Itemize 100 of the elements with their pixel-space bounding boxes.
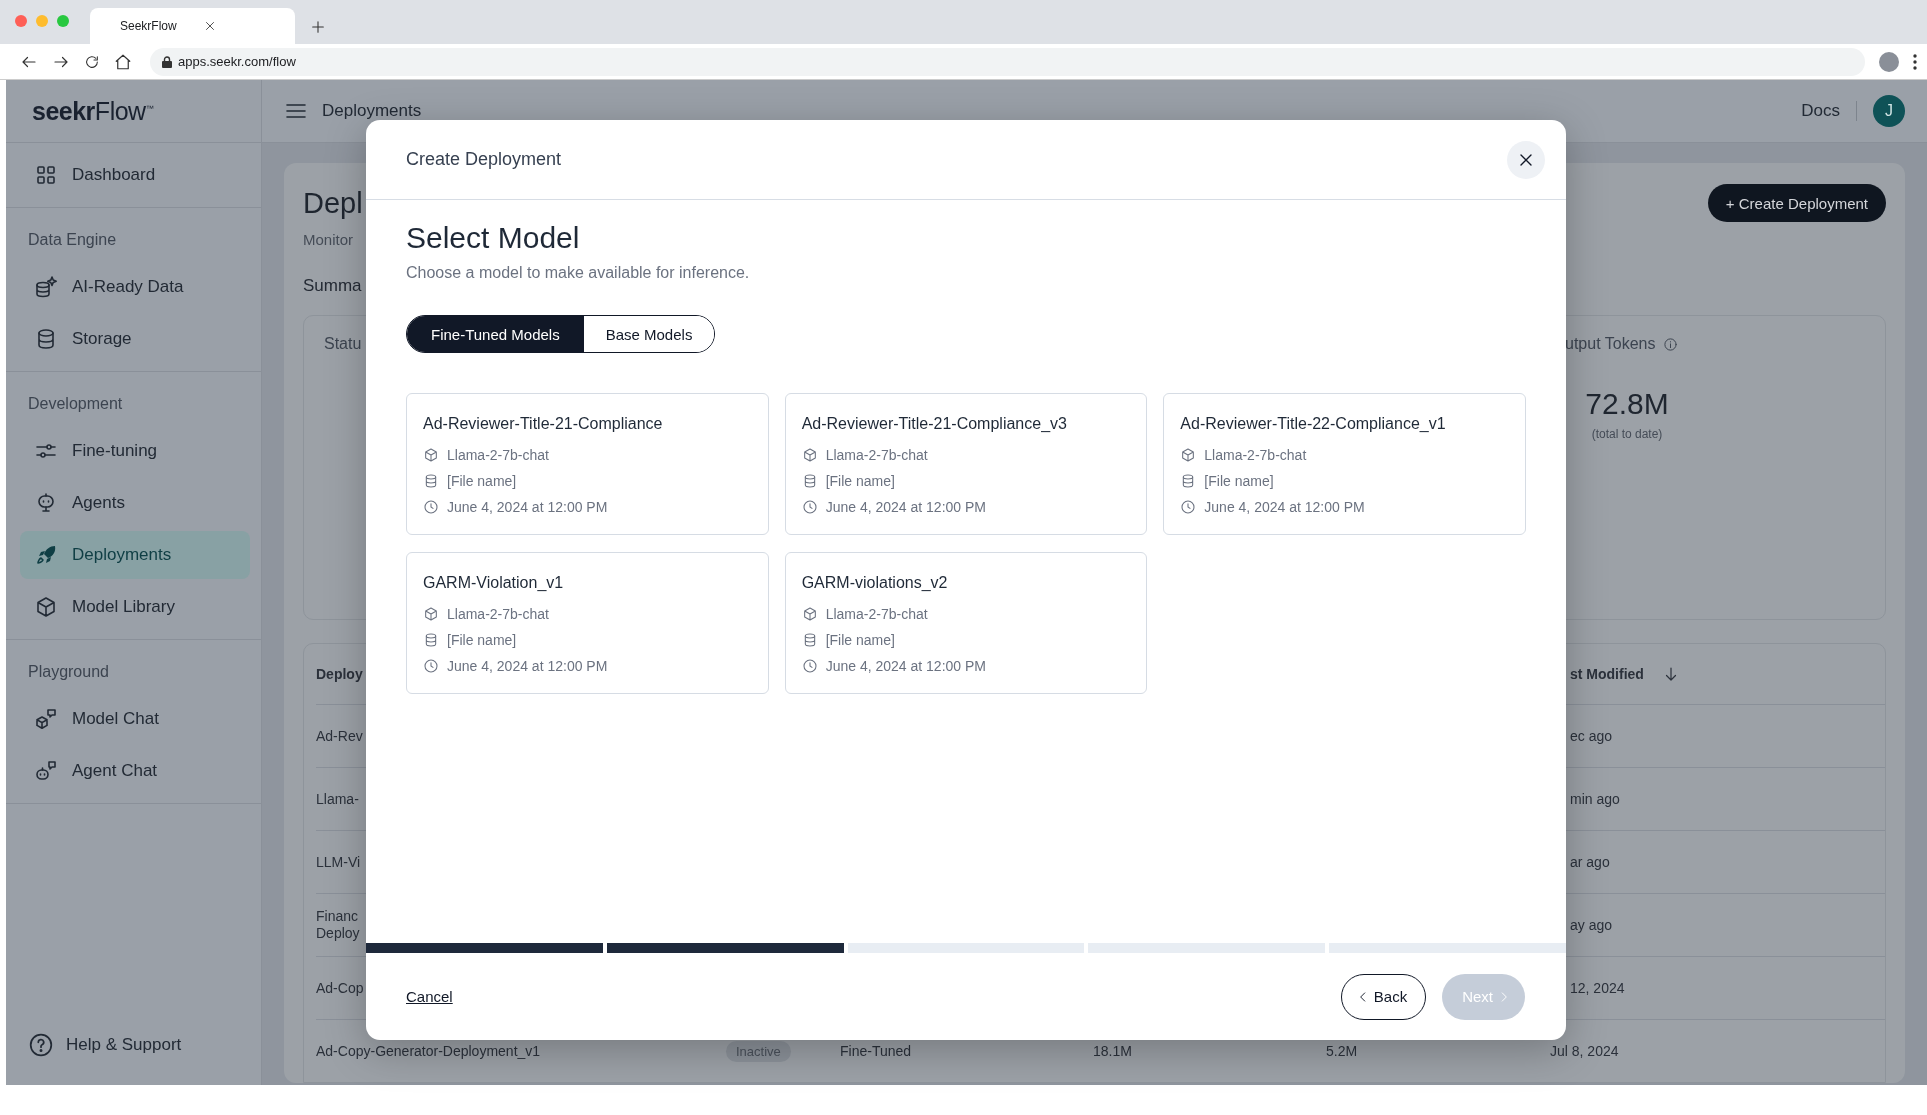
model-name: GARM-violations_v2 [801,573,949,593]
cube-chat-icon [34,707,58,731]
table-cell: ay ago [1570,916,1613,934]
help-link[interactable]: Help & Support [28,1025,261,1065]
table-cell: ec ago [1570,727,1613,745]
dataset-name: [File name] [825,632,895,648]
model-card[interactable]: GARM-Violation_v1 Llama-2-7b-chat [File name] June 4, 2024 at 12:00 PM [406,552,769,694]
table-cell: 12, 2024 [1570,979,1625,997]
help-icon [28,1032,54,1058]
column-header: Deploy [316,665,363,682]
clock-icon [423,499,439,515]
cube-icon [423,447,439,463]
output-tokens-note: (total to date) [1590,427,1664,441]
dataset-name: [File name] [825,473,895,489]
nav-item[interactable]: Model Chat [20,695,250,743]
plus-icon [310,19,326,35]
nav-item[interactable]: Agent Chat [20,747,250,795]
more-icon[interactable] [1913,53,1917,70]
home-icon [114,52,132,71]
cube-icon [34,595,58,619]
cancel-link[interactable]: Cancel [406,988,1325,1005]
model-card[interactable]: Ad-Reviewer-Title-21-Compliance_v3 Llama-2-7b-chat [File name] June 4, 2024 at 12:00 PM [784,393,1148,535]
clock-icon [801,658,818,674]
table-cell: Ad-Cop [316,979,364,996]
base-model: Llama-2-7b-chat [825,447,928,463]
section-heading: Playground [27,662,110,682]
docs-link[interactable]: Docs [1801,101,1857,121]
address-bar[interactable]: apps.seekr.com/flow [150,47,1865,76]
cube-icon [801,606,818,622]
database-icon [423,632,439,648]
rocket-icon [34,543,58,567]
step-description: Choose a model to make available for inference. [406,263,751,283]
close-button[interactable] [1507,140,1545,179]
step-heading: Select Model [406,220,581,256]
reload-icon [84,53,100,70]
column-header: st Modified [1570,665,1644,683]
info-icon [1663,336,1679,352]
nav-item[interactable]: Dashboard [20,151,250,199]
dataset-name: [File name] [1204,473,1274,489]
status-label: Statu [324,334,362,354]
lock-icon [162,55,172,68]
nav-item[interactable]: Agents [20,479,250,527]
base-model: Llama-2-7b-chat [447,447,549,463]
status-badge: Inactive [726,1040,791,1062]
model-name: Ad-Reviewer-Title-21-Compliance [423,414,664,434]
model-card[interactable]: GARM-violations_v2 Llama-2-7b-chat [File name] June 4, 2024 at 12:00 PM [784,552,1148,694]
dialog-title: Create Deployment [406,149,562,170]
table-cell: 5.2M [1326,1042,1358,1059]
user-avatar[interactable]: J [1873,95,1905,127]
table-cell: Jul 8, 2024 [1550,1042,1619,1060]
clock-icon [801,499,818,515]
model-card[interactable]: Ad-Reviewer-Title-21-Compliance Llama-2-7b-chat [File name] June 4, 2024 at 12:00 PM [406,393,769,535]
model-name: Ad-Reviewer-Title-22-Compliance_v1 [1180,414,1447,434]
output-tokens-value: 72.8M [1584,387,1670,421]
page-title: Depl [303,186,363,221]
nav-item[interactable]: Storage [20,315,250,363]
table-cell: Llama- [316,790,359,807]
cube-icon [801,447,818,463]
grid-icon [34,163,58,187]
model-type-tab[interactable]: Fine-Tuned Models [407,316,584,352]
table-cell: Ad-Rev [316,727,363,744]
base-model: Llama-2-7b-chat [825,606,928,622]
profile-icon[interactable] [1879,51,1899,72]
table-cell: min ago [1570,790,1620,808]
created-date: June 4, 2024 at 12:00 PM [825,499,986,515]
created-date: June 4, 2024 at 12:00 PM [825,658,986,674]
table-cell: ar ago [1570,853,1610,871]
nav-item[interactable]: Deployments [20,531,250,579]
page-subtitle: Monitor [303,230,355,250]
logo: seekrFlow$^{™}$ [32,96,154,126]
section-heading: Summa [303,275,363,297]
output-tokens-label: utput Tokens [1565,334,1656,354]
table-cell: Ad-Copy-Generator-Deployment_v1 [316,1042,541,1059]
clock-icon [1180,499,1197,515]
window-controls-icon[interactable] [14,14,70,28]
model-name: Ad-Reviewer-Title-21-Compliance_v3 [801,414,1068,434]
robot-chat-icon [34,759,58,783]
browser-tab[interactable]: SeekrFlow [90,8,295,44]
dataset-name: [File name] [447,473,517,489]
database-icon [423,473,439,489]
created-date: June 4, 2024 at 12:00 PM [1204,499,1365,515]
table-cell: LLM-Vi [316,853,361,870]
nav-item[interactable]: Model Library [20,583,250,631]
section-heading: Data Engine [27,230,118,250]
create-deployment-button[interactable]: + Create Deployment [1707,184,1886,222]
base-model: Llama-2-7b-chat [1204,447,1307,463]
base-model: Llama-2-7b-chat [447,606,549,622]
model-name: GARM-Violation_v1 [423,573,565,593]
created-date: June 4, 2024 at 12:00 PM [447,499,608,515]
created-date: June 4, 2024 at 12:00 PM [447,658,608,674]
back-button[interactable]: Back [1340,973,1427,1020]
model-card[interactable]: Ad-Reviewer-Title-22-Compliance_v1 Llama-2-7b-chat [File name] June 4, 2024 at 12:00 PM [1163,393,1526,535]
dataset-name: [File name] [447,632,517,648]
cube-icon [1180,447,1197,463]
database-sparkle-icon [34,275,58,299]
next-button: Next [1442,973,1525,1020]
nav-item[interactable]: Fine-tuning [20,427,250,475]
cube-icon [423,606,439,622]
nav-item[interactable]: AI-Ready Data [20,263,250,311]
table-cell: 18.1M [1093,1042,1132,1059]
